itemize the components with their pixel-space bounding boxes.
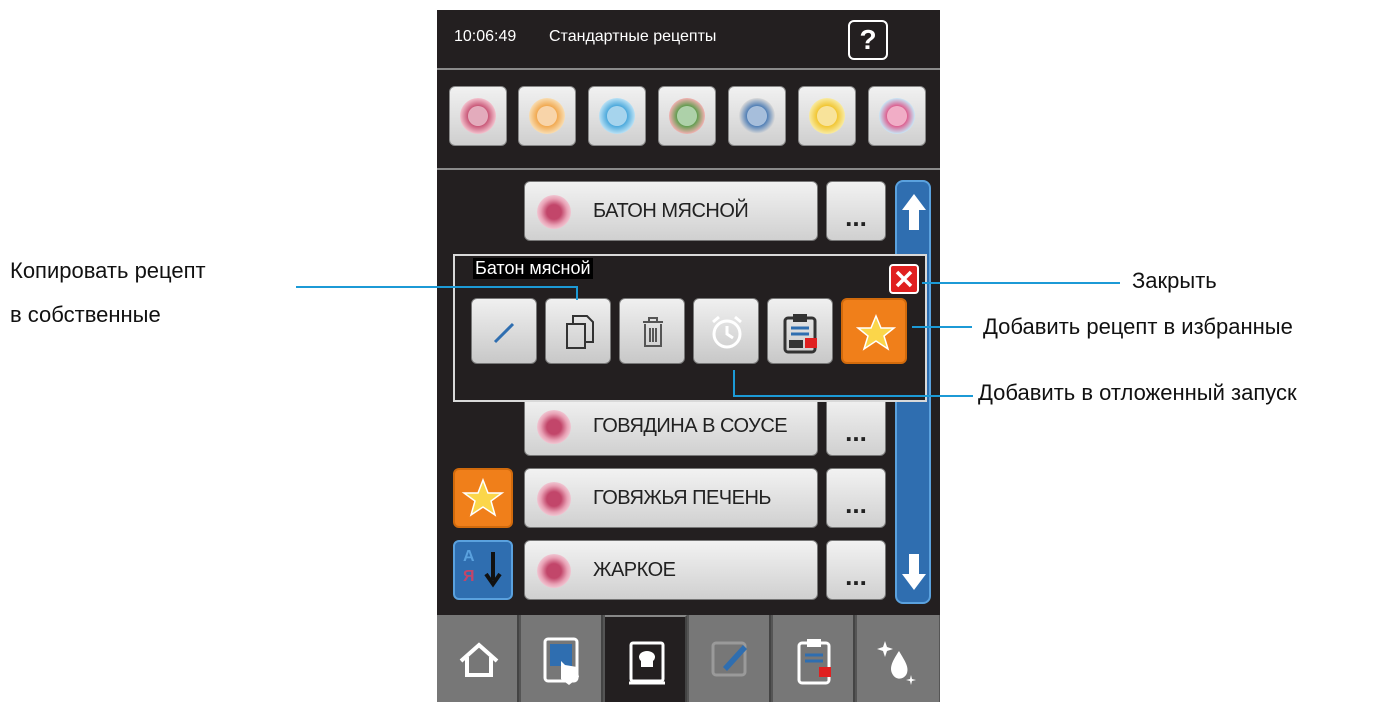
arrow-down-icon <box>484 552 502 588</box>
star-icon <box>461 477 505 517</box>
meat-icon <box>537 554 571 588</box>
delete-recipe-button[interactable] <box>619 298 685 364</box>
copy-callout-line1: Копировать рецепт <box>10 258 206 283</box>
close-button[interactable] <box>889 264 919 294</box>
touch-tablet-icon <box>543 637 579 685</box>
recipe-actions-dialog: Батон мясной <box>453 254 927 402</box>
favorite-callout: Добавить рецепт в избранные <box>983 314 1293 339</box>
recipe-name: ГОВЯДИНА В СОУСЕ <box>593 415 788 437</box>
cleaning-icon <box>877 641 916 685</box>
recipe-name: ЖАРКОЕ <box>593 559 676 581</box>
close-icon <box>895 270 913 288</box>
clock: 10:06:49 <box>454 28 517 45</box>
copy-callout-connector <box>576 286 578 300</box>
meat-icon <box>537 410 571 444</box>
page-title: Стандартные рецепты <box>549 28 717 45</box>
meat-icon <box>460 98 496 134</box>
category-bar <box>437 72 940 170</box>
close-callout-line <box>922 282 1120 284</box>
delayed-callout-connector <box>733 370 735 396</box>
tab-edit[interactable] <box>689 615 771 702</box>
add-to-program-button[interactable] <box>767 298 833 364</box>
category-bakery-button[interactable] <box>798 86 856 146</box>
bakery-icon <box>809 98 845 134</box>
arrow-down-icon[interactable] <box>901 552 927 592</box>
tab-cleaning[interactable] <box>857 615 939 702</box>
tab-schedule[interactable] <box>773 615 855 702</box>
recipe-item[interactable]: ГОВЯЖЬЯ ПЕЧЕНЬ <box>524 468 818 528</box>
tab-cookbook[interactable] <box>605 615 687 702</box>
category-dessert-button[interactable] <box>868 86 926 146</box>
vegetables-icon <box>669 98 705 134</box>
top-bar: 10:06:49 Стандартные рецепты ? <box>437 10 940 70</box>
copy-recipe-button[interactable] <box>545 298 611 364</box>
edit-icon <box>493 322 515 344</box>
edit-recipe-button[interactable] <box>471 298 537 364</box>
tab-home[interactable] <box>437 615 519 702</box>
recipe-more-button[interactable]: ... <box>826 181 886 241</box>
clipboard-icon <box>783 314 817 354</box>
recipe-item[interactable]: ГОВЯДИНА В СОУСЕ <box>524 396 818 456</box>
favorite-callout-line <box>912 326 972 328</box>
recipe-more-button[interactable]: ... <box>826 468 886 528</box>
alarm-clock-icon <box>712 315 742 349</box>
tab-touch[interactable] <box>521 615 603 702</box>
close-callout: Закрыть <box>1132 268 1217 293</box>
fish-icon <box>599 98 635 134</box>
favorites-filter-button[interactable] <box>453 468 513 528</box>
dialog-title: Батон мясной <box>473 258 593 279</box>
delayed-callout: Добавить в отложенный запуск <box>978 380 1297 405</box>
copy-callout-line <box>296 286 578 288</box>
delayed-callout-line <box>733 395 973 397</box>
category-fish-button[interactable] <box>588 86 646 146</box>
sort-letter-bottom: Я <box>463 568 475 585</box>
edit-note-icon <box>711 641 747 677</box>
poultry-icon <box>529 98 565 134</box>
schedule-clipboard-icon <box>797 639 831 685</box>
delete-icon <box>643 317 663 347</box>
side-dish-icon <box>739 98 775 134</box>
meat-icon <box>537 482 571 516</box>
recipe-more-button[interactable]: ... <box>826 540 886 600</box>
meat-icon <box>537 195 571 229</box>
home-icon <box>459 642 499 677</box>
arrow-up-icon[interactable] <box>901 192 927 232</box>
add-favorite-button[interactable] <box>841 298 907 364</box>
delayed-start-button[interactable] <box>693 298 759 364</box>
category-poultry-button[interactable] <box>518 86 576 146</box>
sort-alphabet-button[interactable]: А Я <box>453 540 513 600</box>
recipe-name: БАТОН МЯСНОЙ <box>593 200 749 222</box>
copy-icon <box>566 315 594 349</box>
bottom-tab-bar <box>437 615 940 702</box>
category-side-dish-button[interactable] <box>728 86 786 146</box>
help-button[interactable]: ? <box>848 20 888 60</box>
category-meat-button[interactable] <box>449 86 507 146</box>
dessert-icon <box>879 98 915 134</box>
recipe-name: ГОВЯЖЬЯ ПЕЧЕНЬ <box>593 487 772 509</box>
sort-letter-top: А <box>463 548 475 565</box>
recipe-item[interactable]: ЖАРКОЕ <box>524 540 818 600</box>
category-vegetables-button[interactable] <box>658 86 716 146</box>
recipe-item[interactable]: БАТОН МЯСНОЙ <box>524 181 818 241</box>
recipe-more-button[interactable]: ... <box>826 396 886 456</box>
star-icon <box>856 314 896 351</box>
copy-callout-line2: в собственные <box>10 302 161 327</box>
cookbook-icon <box>629 641 665 685</box>
